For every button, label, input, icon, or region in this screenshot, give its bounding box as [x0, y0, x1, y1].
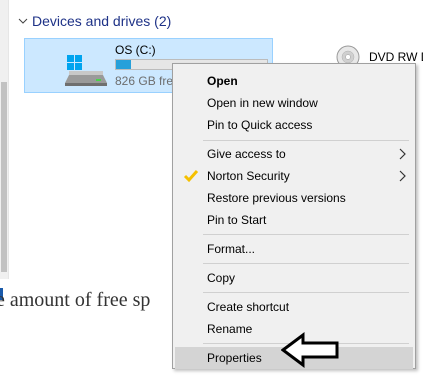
menu-item-label: Create shortcut — [207, 300, 290, 314]
menu-item-label: Norton Security — [207, 169, 290, 183]
menu-separator — [203, 234, 409, 235]
scrollbar-thumb[interactable] — [1, 82, 7, 272]
pointer-arrow-annotation — [281, 332, 339, 368]
menu-item-open[interactable]: Open — [175, 70, 413, 92]
menu-item-open-in-new-window[interactable]: Open in new window — [175, 92, 413, 114]
article-background-text: e amount of free sp — [0, 289, 151, 311]
submenu-arrow-icon — [399, 148, 406, 160]
chevron-down-icon[interactable] — [16, 14, 30, 28]
menu-item-copy[interactable]: Copy — [175, 267, 413, 289]
menu-separator — [203, 292, 409, 293]
navigation-pane-scrollbar[interactable] — [0, 0, 9, 279]
menu-item-label: Open — [207, 74, 238, 88]
menu-item-label: Pin to Quick access — [207, 118, 313, 132]
menu-item-norton-security[interactable]: Norton Security — [175, 165, 413, 187]
menu-item-label: Pin to Start — [207, 213, 267, 227]
menu-separator — [203, 140, 409, 141]
group-title: Devices and drives (2) — [32, 13, 172, 29]
submenu-arrow-icon — [399, 170, 406, 182]
menu-item-pin-to-start[interactable]: Pin to Start — [175, 209, 413, 231]
norton-check-icon — [183, 170, 199, 183]
menu-item-create-shortcut[interactable]: Create shortcut — [175, 296, 413, 318]
menu-item-give-access-to[interactable]: Give access to — [175, 143, 413, 165]
menu-item-label: Restore previous versions — [207, 191, 346, 205]
context-menu: Open Open in new window Pin to Quick acces… — [172, 63, 416, 369]
menu-separator — [203, 263, 409, 264]
drive-usage-fill — [116, 60, 132, 69]
menu-item-label: Open in new window — [207, 96, 318, 110]
menu-item-pin-to-quick-access[interactable]: Pin to Quick access — [175, 114, 413, 136]
menu-item-label: Copy — [207, 271, 236, 285]
drive-c-name: OS (C:) — [115, 43, 156, 57]
menu-item-label: Format... — [207, 242, 256, 256]
drive-icon — [65, 55, 107, 86]
menu-item-label: Give access to — [207, 147, 286, 161]
drive-c-free-space: 826 GB free — [115, 74, 180, 88]
menu-item-label: Rename — [207, 322, 253, 336]
devices-group-header[interactable]: Devices and drives (2) — [16, 13, 171, 29]
menu-item-restore-previous-versions[interactable]: Restore previous versions — [175, 187, 413, 209]
menu-item-label: Properties — [207, 351, 262, 365]
menu-item-format[interactable]: Format... — [175, 238, 413, 260]
dvd-drive-name[interactable]: DVD RW D — [369, 50, 423, 64]
